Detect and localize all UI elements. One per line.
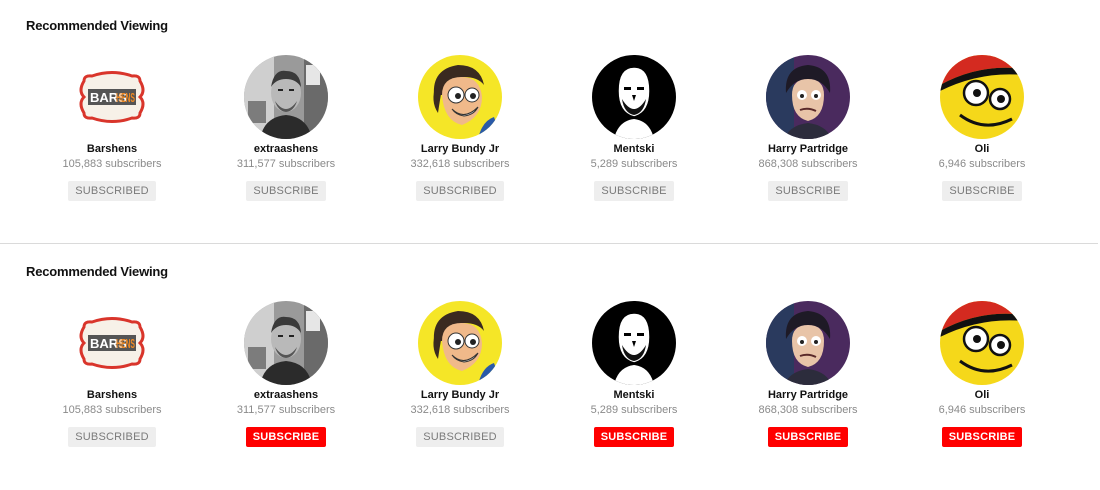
channel-name[interactable]: extraashens: [206, 388, 366, 403]
subscribe-button[interactable]: SUBSCRIBE: [593, 427, 675, 447]
cartoon-man-purple-avatar[interactable]: [766, 55, 850, 139]
subscriber-count: 311,577 subscribers: [236, 158, 336, 170]
channel-name[interactable]: Larry Bundy Jr: [380, 142, 540, 157]
channel-name[interactable]: Larry Bundy Jr: [380, 388, 540, 403]
subscriber-count: 868,308 subscribers: [758, 158, 858, 170]
channel-card: BARS HENS Barshens 105,883 subscribers SUBSC…: [32, 301, 192, 447]
subscribed-button[interactable]: SUBSCRIBED: [416, 181, 504, 201]
cartoon-man-purple-avatar[interactable]: [766, 301, 850, 385]
subscriber-count: 332,618 subscribers: [410, 404, 510, 416]
channel-name[interactable]: Mentski: [554, 388, 714, 403]
subscriber-count: 332,618 subscribers: [410, 158, 510, 170]
subscribe-button[interactable]: SUBSCRIBE: [942, 181, 1022, 201]
subscriber-count: 105,883 subscribers: [62, 404, 162, 416]
channel-name[interactable]: extraashens: [206, 142, 366, 157]
barshens-logo-avatar[interactable]: BARS HENS: [70, 301, 154, 385]
subscriber-count: 311,577 subscribers: [236, 404, 336, 416]
channel-name[interactable]: Oli: [902, 142, 1062, 157]
section-divider: [0, 243, 1098, 244]
channel-card: Oli 6,946 subscribers SUBSCRIBE: [902, 55, 1062, 201]
cartoon-man-yellow-avatar[interactable]: [418, 55, 502, 139]
bald-man-black-avatar[interactable]: [592, 301, 676, 385]
man-photo-bw-avatar[interactable]: [244, 301, 328, 385]
yellow-creature-avatar[interactable]: [940, 55, 1024, 139]
channel-card: Mentski 5,289 subscribers SUBSCRIBE: [554, 301, 714, 447]
channel-card: extraashens 311,577 subscribers SUBSCRIBE: [206, 55, 366, 201]
subscribe-button[interactable]: SUBSCRIBE: [245, 427, 327, 447]
yellow-creature-avatar[interactable]: [940, 301, 1024, 385]
channel-name[interactable]: Barshens: [32, 388, 192, 403]
man-photo-bw-avatar[interactable]: [244, 55, 328, 139]
subscribe-button[interactable]: SUBSCRIBE: [941, 427, 1023, 447]
channel-name[interactable]: Mentski: [554, 142, 714, 157]
subscribed-button[interactable]: SUBSCRIBED: [68, 427, 156, 447]
channel-card: BARS HENS Barshens 105,883 subscribers SUBSC…: [32, 55, 192, 201]
subscribe-button[interactable]: SUBSCRIBE: [768, 181, 848, 201]
section-title: Recommended Viewing: [26, 18, 168, 33]
channel-name[interactable]: Harry Partridge: [728, 388, 888, 403]
channel-card: Larry Bundy Jr 332,618 subscribers SUBSCRI…: [380, 55, 540, 201]
logo-text-right: HENS: [116, 90, 135, 105]
section-title: Recommended Viewing: [26, 264, 168, 279]
subscriber-count: 5,289 subscribers: [590, 158, 678, 170]
subscribe-button[interactable]: SUBSCRIBE: [246, 181, 326, 201]
subscribe-button[interactable]: SUBSCRIBE: [767, 427, 849, 447]
logo-text-right: HENS: [116, 336, 135, 351]
subscribed-button[interactable]: SUBSCRIBED: [68, 181, 156, 201]
subscribed-button[interactable]: SUBSCRIBED: [416, 427, 504, 447]
channel-card: Harry Partridge 868,308 subscribers SUBSCR…: [728, 55, 888, 201]
subscriber-count: 868,308 subscribers: [758, 404, 858, 416]
cartoon-man-yellow-avatar[interactable]: [418, 301, 502, 385]
channel-card: Harry Partridge 868,308 subscribers SUBSCR…: [728, 301, 888, 447]
channel-name[interactable]: Barshens: [32, 142, 192, 157]
channel-name[interactable]: Oli: [902, 388, 1062, 403]
subscriber-count: 105,883 subscribers: [62, 158, 162, 170]
subscriber-count: 6,946 subscribers: [938, 158, 1026, 170]
barshens-logo-avatar[interactable]: BARS HENS: [70, 55, 154, 139]
bald-man-black-avatar[interactable]: [592, 55, 676, 139]
channel-card: extraashens 311,577 subscribers SUBSCRIBE: [206, 301, 366, 447]
channel-name[interactable]: Harry Partridge: [728, 142, 888, 157]
channel-card: Larry Bundy Jr 332,618 subscribers SUBSCRI…: [380, 301, 540, 447]
subscriber-count: 6,946 subscribers: [938, 404, 1026, 416]
channel-card: Mentski 5,289 subscribers SUBSCRIBE: [554, 55, 714, 201]
subscriber-count: 5,289 subscribers: [590, 404, 678, 416]
channel-card: Oli 6,946 subscribers SUBSCRIBE: [902, 301, 1062, 447]
subscribe-button[interactable]: SUBSCRIBE: [594, 181, 674, 201]
